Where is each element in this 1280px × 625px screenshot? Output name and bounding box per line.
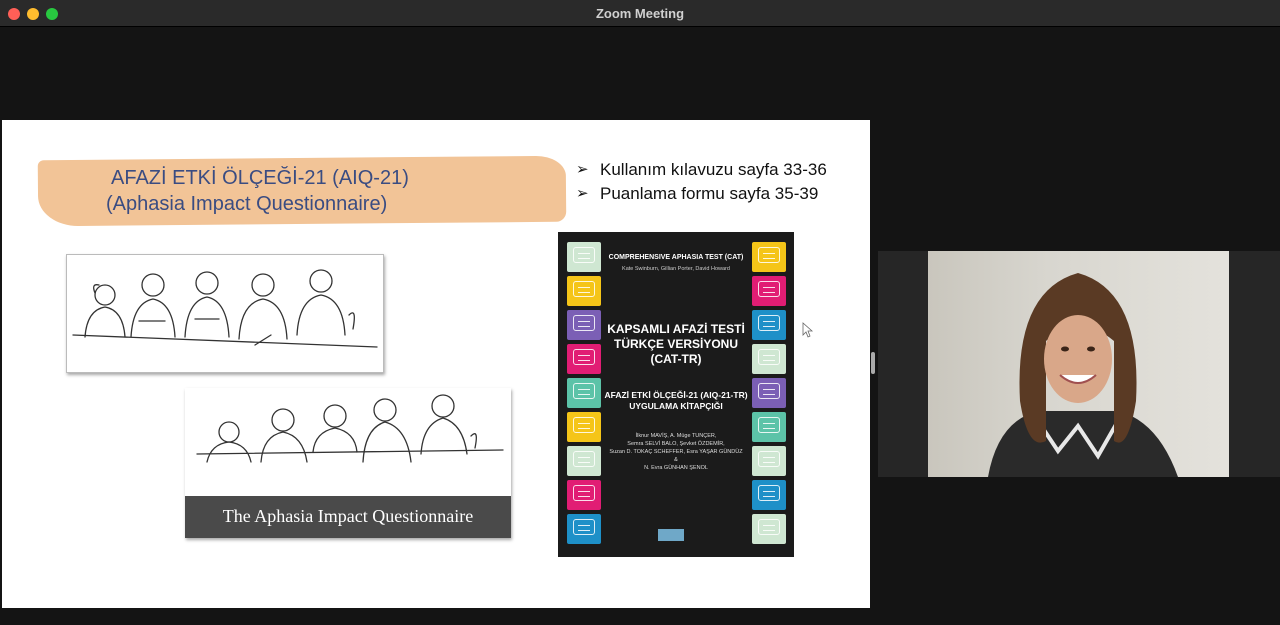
sketch-people-drawing <box>196 394 504 463</box>
book-editor-line: Suzan D. TOKAÇ SCHEFFER, Esra YAŞAR GÜND… <box>609 449 743 455</box>
book-subtitle: AFAZİ ETKİ ÖLÇEĞİ-21 (AIQ-21-TR) UYGULAM… <box>602 390 750 412</box>
speech-bubble-tile <box>752 242 786 272</box>
speech-bubble-tile <box>567 412 601 442</box>
bullet-text: Puanlama formu sayfa 35-39 <box>600 184 819 203</box>
speech-bubble-tile <box>752 378 786 408</box>
speech-bubble-tile <box>567 446 601 476</box>
speech-bubble-icon <box>573 315 595 331</box>
speech-bubble-icon <box>758 315 780 331</box>
speech-bubble-icon <box>573 519 595 535</box>
zoom-window: Zoom Meeting AFAZİ ETKİ ÖLÇEĞİ-21 (AIQ-2… <box>0 0 1280 625</box>
speech-bubble-icon <box>758 519 780 535</box>
book-editor-line: N. Evra GÜNHAN ŞENOL <box>644 465 708 471</box>
speech-bubble-tile <box>752 412 786 442</box>
participant-video-tile[interactable] <box>878 251 1280 477</box>
speech-bubble-icon <box>573 349 595 365</box>
speech-bubble-tile <box>752 446 786 476</box>
book-authors: Kate Swinburn, Gillian Porter, David How… <box>622 266 730 272</box>
speech-bubble-icon <box>758 247 780 263</box>
book-cover: COMPREHENSIVE APHASIA TEST (CAT) Kate Sw… <box>558 232 794 557</box>
book-title-line: KAPSAMLI AFAZİ TESTİ <box>607 322 745 336</box>
participant-video <box>928 251 1229 477</box>
speech-bubble-tile <box>752 344 786 374</box>
speech-bubble-tile <box>752 480 786 510</box>
book-subtitle-line: AFAZİ ETKİ ÖLÇEĞİ-21 (AIQ-21-TR) <box>604 390 748 400</box>
speech-bubble-icon <box>758 383 780 399</box>
speech-bubble-icon <box>758 451 780 467</box>
publisher-logo <box>658 529 684 541</box>
speech-bubble-tile <box>752 514 786 544</box>
speech-bubble-tile <box>567 242 601 272</box>
speech-bubble-icon <box>758 485 780 501</box>
window-title: Zoom Meeting <box>595 6 685 21</box>
image-caption: The Aphasia Impact Questionnaire <box>222 506 474 526</box>
speech-bubble-icon <box>758 417 780 433</box>
speech-bubble-tile <box>567 514 601 544</box>
banner-title: AFAZİ ETKİ ÖLÇEĞİ-21 (AIQ-21) <box>111 167 409 189</box>
caption-bar: The Aphasia Impact Questionnaire <box>185 496 511 538</box>
speech-bubble-tile <box>752 310 786 340</box>
participant-figure <box>988 273 1178 477</box>
cursor-icon <box>802 322 814 338</box>
speech-bubble-tile <box>567 378 601 408</box>
book-editors: İlknur MAVİŞ, A. Müge TUNÇER, Semra SELV… <box>602 432 750 472</box>
sketch-people-drawing <box>72 269 378 348</box>
speech-bubble-icon <box>573 485 595 501</box>
speech-bubble-icon <box>573 451 595 467</box>
speech-bubble-tile <box>567 480 601 510</box>
book-editor-line: Semra SELVİ BALO, Şevket ÖZDEMİR, <box>627 441 725 447</box>
shared-slide: AFAZİ ETKİ ÖLÇEĞİ-21 (AIQ-21) (Aphasia I… <box>2 120 870 608</box>
speech-bubble-icon <box>573 281 595 297</box>
speech-bubble-icon <box>758 281 780 297</box>
speech-bubble-icon <box>573 247 595 263</box>
book-editor-line: İlknur MAVİŞ, A. Müge TUNÇER, <box>635 433 717 439</box>
speech-bubble-tile <box>567 276 601 306</box>
book-subtitle-line: UYGULAMA KİTAPÇIĞI <box>629 401 723 411</box>
banner-subtitle: (Aphasia Impact Questionnaire) <box>106 193 388 215</box>
speech-bubble-icon <box>758 349 780 365</box>
book-title: KAPSAMLI AFAZİ TESTİ TÜRKÇE VERSİYONU (C… <box>602 322 750 367</box>
speech-bubble-icon <box>573 383 595 399</box>
arrow-bullet-icon: ➢ <box>576 185 589 202</box>
people-illustration-2: The Aphasia Impact Questionnaire <box>185 388 511 538</box>
speech-bubble-tile <box>567 344 601 374</box>
bullet-text: Kullanım kılavuzu sayfa 33-36 <box>600 160 827 179</box>
arrow-bullet-icon: ➢ <box>576 161 589 178</box>
speech-bubble-tile <box>567 310 601 340</box>
book-editor-line: & <box>674 457 678 463</box>
people-illustration-1 <box>66 254 384 373</box>
panel-resize-handle[interactable] <box>871 352 875 374</box>
book-title-line: TÜRKÇE VERSİYONU <box>613 337 738 351</box>
speech-bubble-icon <box>573 417 595 433</box>
book-title-line: (CAT-TR) <box>650 352 702 366</box>
book-series: COMPREHENSIVE APHASIA TEST (CAT) <box>608 254 744 261</box>
title-bar[interactable]: Zoom Meeting <box>0 0 1280 27</box>
speech-bubble-tile <box>752 276 786 306</box>
